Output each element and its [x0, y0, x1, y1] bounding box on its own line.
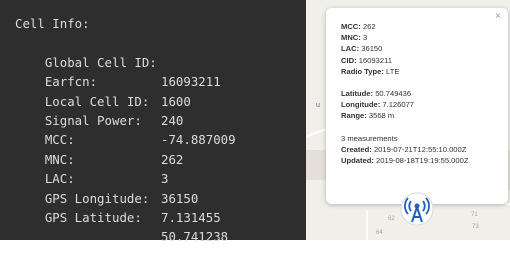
popup-lac: LAC: 36150	[341, 44, 383, 54]
map-house-number: 64	[376, 230, 383, 236]
map-street	[366, 210, 368, 240]
popup-mnc: MNC: 3	[341, 33, 368, 43]
row-global-cell-id: Global Cell ID: 16093211	[15, 33, 306, 89]
row-mcc: MCC: 262	[15, 111, 306, 166]
popup-longitude: Longitude: 7.126077	[341, 100, 415, 110]
label-gps-latitude: GPS Latitude:	[44, 209, 142, 225]
popup-updated: Updated: 2019-08-18T19:19:55.000Z	[341, 155, 469, 165]
popup-latitude: Latitude: 50.749436	[341, 88, 412, 98]
row-earfcn: Earfcn: 1600	[15, 53, 306, 108]
map-house-number: 71	[471, 212, 478, 218]
popup-measurements: 3 measurements	[341, 133, 398, 143]
popup-radio-type: Radio Type: LTE	[341, 66, 400, 76]
row-lac: LAC: 36150	[15, 150, 306, 205]
map-side-letter: u	[316, 102, 320, 109]
map-house-number: 62	[388, 216, 395, 222]
close-icon[interactable]: ×	[495, 11, 501, 22]
popup-cid: CID: 16093211	[341, 55, 392, 65]
value-gps-longitude: 7.131455	[161, 209, 221, 225]
map-house-number: 73	[472, 224, 479, 230]
map-view[interactable]: 62 71 73 64 × MCC: 262 MNC: 3 LAC: 36150…	[306, 0, 510, 240]
row-gps-longitude: GPS Longitude: 7.131455	[15, 169, 306, 225]
row-signal-power: Signal Power: -74.887009	[15, 92, 306, 147]
popup-range: Range: 3568 m	[341, 111, 395, 121]
cell-tower-icon[interactable]	[400, 192, 434, 226]
popup-mcc: MCC: 262	[341, 22, 376, 31]
cell-info-popup: × MCC: 262 MNC: 3 LAC: 36150 CID: 160932…	[326, 8, 508, 204]
row-gps-latitude: GPS Latitude: 50.741238	[15, 189, 306, 244]
popup-created: Created: 2019-07-21T12:55:10.000Z	[341, 144, 467, 154]
row-mnc: MNC: 3	[15, 130, 306, 186]
cell-info-heading: Cell Info:	[15, 16, 90, 31]
row-local-cell-id: Local Cell ID: 240	[15, 72, 306, 128]
value-gps-latitude: 50.741238	[161, 229, 229, 245]
terminal-output: Cell Info: Global Cell ID: 16093211 Earf…	[0, 0, 306, 244]
